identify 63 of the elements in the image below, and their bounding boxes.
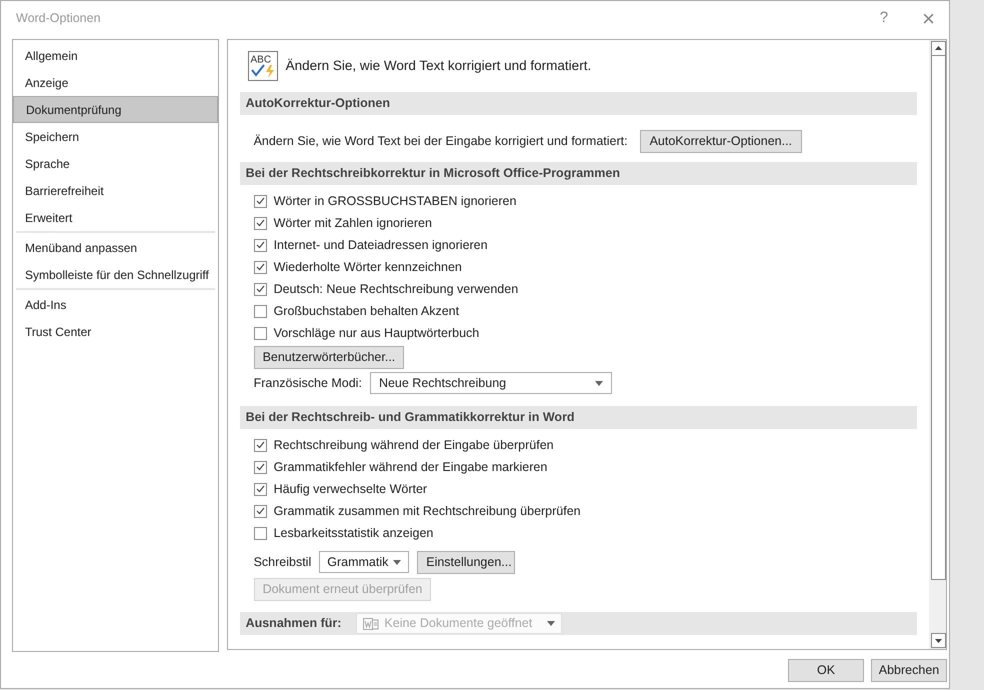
checkbox[interactable] bbox=[254, 526, 267, 540]
sidebar-item[interactable]: Allgemein bbox=[13, 42, 218, 70]
option-label: Grammatik zusammen mit Rechtschreibung überprüfen bbox=[274, 502, 581, 520]
document-icon bbox=[363, 616, 380, 631]
option-label: Rechtschreibung während der Eingabe überprüfen bbox=[274, 436, 554, 454]
sidebar-item[interactable]: Dokumentprüfung bbox=[13, 96, 218, 124]
button[interactable]: Einstellungen... bbox=[417, 550, 516, 574]
checkbox[interactable] bbox=[254, 482, 267, 496]
field-label: Schreibstil bbox=[254, 554, 312, 571]
checkbox[interactable] bbox=[254, 260, 267, 274]
sidebar-item[interactable]: Symbolleiste für den Schnellzugriff bbox=[16, 261, 215, 288]
option-label: Lesbarkeitsstatistik anzeigen bbox=[274, 524, 434, 542]
option-label: Großbuchstaben behalten Akzent bbox=[274, 302, 460, 320]
sidebar-item[interactable]: Add-Ins bbox=[16, 291, 215, 318]
option-label: Vorschläge nur aus Hauptwörterbuch bbox=[274, 324, 480, 342]
option-label: Wörter in GROSSBUCHSTABEN ignorieren bbox=[274, 192, 516, 210]
field-label: Französische Modi: bbox=[254, 374, 362, 392]
section-title: AutoKorrektur-Optionen bbox=[246, 95, 390, 112]
scroll-thumb[interactable] bbox=[930, 56, 946, 580]
dialog-button[interactable]: OK bbox=[788, 658, 864, 682]
checkbox[interactable] bbox=[254, 438, 267, 452]
section-title: Bei der Rechtschreib- und Grammatikkorrektur in Word bbox=[246, 409, 575, 426]
sidebar-item[interactable]: Sprache bbox=[13, 150, 218, 178]
section-title: Ausnahmen für: bbox=[246, 615, 342, 632]
sidebar-item[interactable]: Anzeige bbox=[13, 69, 218, 96]
sidebar-item[interactable]: Speichern bbox=[13, 123, 218, 150]
option-label: Wörter mit Zahlen ignorieren bbox=[274, 214, 432, 232]
dropdown[interactable]: Neue Rechtschreibung bbox=[370, 372, 612, 394]
dropdown[interactable]: Grammatik bbox=[319, 551, 410, 574]
sidebar-item[interactable]: Barrierefreiheit bbox=[13, 177, 218, 204]
help-button[interactable]: ? bbox=[880, 6, 888, 30]
checkbox[interactable] bbox=[254, 238, 267, 252]
caret-icon bbox=[547, 621, 556, 626]
sidebar-item[interactable]: Menüband anpassen bbox=[16, 234, 215, 262]
option-label: Ändern Sie, wie Word Text bei der Eingabe korrigiert und formatiert: bbox=[254, 132, 628, 150]
option-label: Häufig verwechselte Wörter bbox=[274, 480, 428, 498]
caret-icon bbox=[393, 560, 402, 565]
checkbox[interactable] bbox=[254, 460, 267, 474]
checkbox[interactable] bbox=[254, 304, 267, 318]
dialog-button[interactable]: Abbrechen bbox=[871, 658, 947, 682]
checkbox[interactable] bbox=[254, 282, 267, 296]
sidebar-item[interactable]: Erweitert bbox=[13, 204, 218, 232]
window-title: Word-Optionen bbox=[16, 10, 101, 27]
dropdown-value: Keine Dokumente geöffnet bbox=[384, 615, 532, 632]
button[interactable]: AutoKorrektur-Optionen... bbox=[640, 130, 802, 153]
option-label: Grammatikfehler während der Eingabe markieren bbox=[274, 458, 548, 476]
sidebar-item[interactable]: Trust Center bbox=[16, 318, 215, 346]
page-heading: Ändern Sie, wie Word Text korrigiert und formatiert. bbox=[286, 56, 592, 75]
checkbox[interactable] bbox=[254, 194, 267, 208]
scrollbar[interactable] bbox=[929, 40, 946, 650]
option-label: Wiederholte Wörter kennzeichnen bbox=[274, 258, 462, 276]
checkbox[interactable] bbox=[254, 216, 267, 230]
caret-icon bbox=[594, 380, 603, 386]
close-button[interactable]: × bbox=[922, 2, 935, 35]
scroll-up-icon[interactable] bbox=[930, 41, 946, 56]
button[interactable]: Benutzerwörterbücher... bbox=[254, 346, 404, 369]
section-title: Bei der Rechtschreibkorrektur in Microsoft Office-Programmen bbox=[246, 165, 620, 182]
option-label: Deutsch: Neue Rechtschreibung verwenden bbox=[274, 280, 518, 298]
spelling-check-icon: ABC bbox=[248, 51, 278, 82]
checkbox[interactable] bbox=[254, 504, 267, 518]
checkbox[interactable] bbox=[254, 326, 267, 340]
scroll-down-icon[interactable] bbox=[930, 633, 946, 648]
option-label: Internet- und Dateiadressen ignorieren bbox=[274, 236, 488, 254]
